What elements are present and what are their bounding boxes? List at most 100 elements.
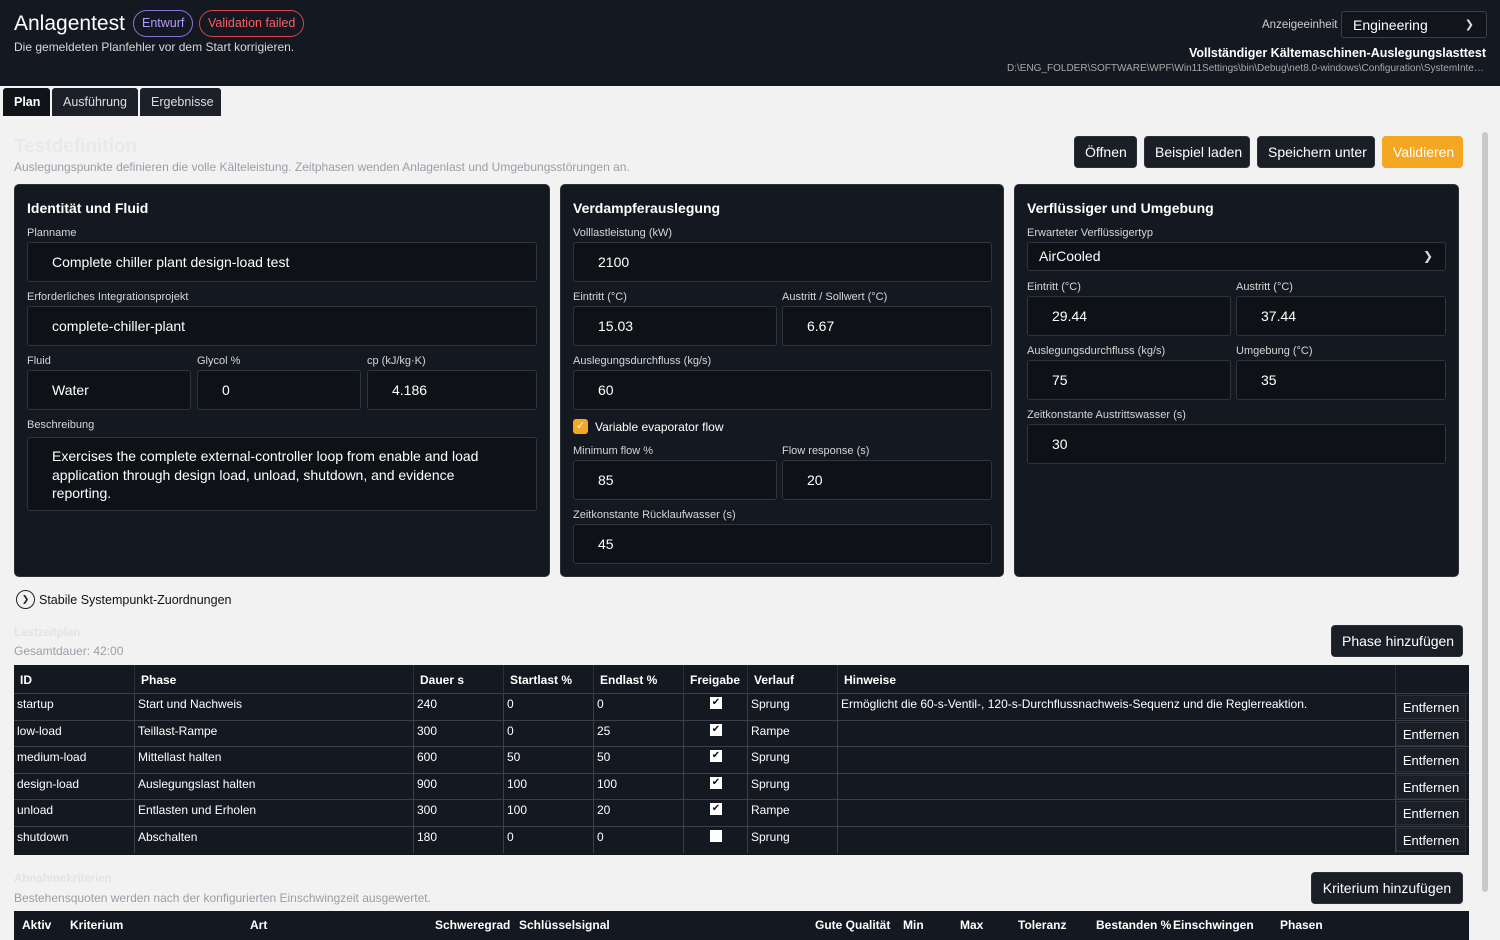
description-input[interactable]: Exercises the complete external-controll… xyxy=(27,437,537,511)
cell-phase[interactable]: Start und Nachweis xyxy=(135,694,414,720)
cell-start-load[interactable]: 100 xyxy=(504,800,594,827)
ambient-input[interactable]: 35 xyxy=(1236,360,1446,400)
validate-button[interactable]: Validieren xyxy=(1382,136,1463,168)
cell-profile[interactable]: Sprung xyxy=(748,694,838,720)
open-button[interactable]: Öffnen xyxy=(1074,136,1137,168)
evap-outlet-input[interactable]: 6.67 xyxy=(782,306,992,346)
cell-id[interactable]: low-load xyxy=(14,720,135,747)
cell-id[interactable]: startup xyxy=(14,694,135,720)
add-criterion-button[interactable]: Kriterium hinzufügen xyxy=(1311,872,1463,904)
remove-phase-button[interactable]: Entfernen xyxy=(1396,748,1466,773)
unit-select[interactable]: Engineering ❯ xyxy=(1341,11,1487,38)
cell-duration[interactable]: 300 xyxy=(414,720,504,747)
cell-notes[interactable] xyxy=(838,747,1396,774)
table-row[interactable]: unload Entlasten und Erholen 300 100 20 ✔ Ramp… xyxy=(14,799,1469,827)
cell-notes[interactable]: Ermöglicht die 60-s-Ventil-, 120-s-Durch… xyxy=(838,694,1396,720)
plan-name-input[interactable]: Complete chiller plant design-load test xyxy=(27,242,537,282)
cell-profile[interactable]: Sprung xyxy=(748,827,838,853)
enable-checkbox[interactable]: ✔ xyxy=(710,803,722,816)
condenser-type-select[interactable]: AirCooled ❯ xyxy=(1027,242,1446,271)
cell-end-load[interactable]: 25 xyxy=(594,720,684,747)
save-as-button[interactable]: Speichern unter xyxy=(1257,136,1375,168)
cell-id[interactable]: medium-load xyxy=(14,747,135,774)
cell-id[interactable]: shutdown xyxy=(14,827,135,853)
tab-ergebnisse[interactable]: Ergebnisse xyxy=(140,88,221,116)
cell-notes[interactable] xyxy=(838,773,1396,800)
cell-notes[interactable] xyxy=(838,720,1396,747)
cell-duration[interactable]: 240 xyxy=(414,694,504,720)
cell-start-load[interactable]: 0 xyxy=(504,720,594,747)
remove-phase-button[interactable]: Entfernen xyxy=(1396,721,1466,746)
cell-start-load[interactable]: 50 xyxy=(504,747,594,774)
cell-id[interactable]: design-load xyxy=(14,773,135,800)
cell-end-load[interactable]: 0 xyxy=(594,694,684,720)
chevron-down-icon: ❯ xyxy=(1464,19,1474,31)
cell-duration[interactable]: 180 xyxy=(414,827,504,853)
evap-flow-input[interactable]: 60 xyxy=(573,370,992,410)
cell-notes[interactable] xyxy=(838,800,1396,827)
table-row[interactable]: low-load Teillast-Rampe 300 0 25 ✔ Rampe Entfer… xyxy=(14,719,1469,747)
cell-end-load[interactable]: 100 xyxy=(594,773,684,800)
table-row[interactable]: startup Start und Nachweis 240 0 0 ✔ Sprung Erm… xyxy=(14,693,1469,720)
table-row[interactable]: design-load Auslegungslast halten 900 100 10… xyxy=(14,772,1469,800)
cell-duration[interactable]: 300 xyxy=(414,800,504,827)
cell-start-load[interactable]: 100 xyxy=(504,773,594,800)
add-phase-button[interactable]: Phase hinzufügen xyxy=(1331,625,1463,657)
remove-phase-button[interactable]: Entfernen xyxy=(1396,774,1466,799)
identity-panel: Identität und Fluid Planname Complete ch… xyxy=(14,184,550,577)
cell-start-load[interactable]: 0 xyxy=(504,827,594,853)
fluid-input[interactable]: Water xyxy=(27,370,191,410)
load-example-button[interactable]: Beispiel laden xyxy=(1144,136,1250,168)
enable-checkbox[interactable]: ✔ xyxy=(710,776,722,789)
variable-flow-checkbox[interactable]: ✓ xyxy=(573,419,588,434)
cell-enable xyxy=(684,827,748,853)
flow-response-input[interactable]: 20 xyxy=(782,460,992,500)
tab-ausfuehrung[interactable]: Ausführung xyxy=(52,88,138,116)
enable-checkbox[interactable]: ✔ xyxy=(710,723,722,736)
cell-phase[interactable]: Auslegungslast halten xyxy=(135,773,414,800)
cell-phase[interactable]: Entlasten und Erholen xyxy=(135,800,414,827)
cond-inlet-input[interactable]: 29.44 xyxy=(1027,296,1231,336)
cell-end-load[interactable]: 20 xyxy=(594,800,684,827)
mappings-expander-label[interactable]: Stabile Systempunkt-Zuordnungen xyxy=(39,593,231,607)
cell-profile[interactable]: Rampe xyxy=(748,800,838,827)
min-flow-input[interactable]: 85 xyxy=(573,460,777,500)
cell-phase[interactable]: Mittellast halten xyxy=(135,747,414,774)
glycol-input[interactable]: 0 xyxy=(197,370,361,410)
cell-id[interactable]: unload xyxy=(14,800,135,827)
tab-plan[interactable]: Plan xyxy=(3,88,50,116)
cell-end-load[interactable]: 0 xyxy=(594,827,684,853)
capacity-input[interactable]: 2100 xyxy=(573,242,992,282)
table-row[interactable]: medium-load Mittellast halten 600 50 50 ✔ Spru… xyxy=(14,746,1469,774)
enable-checkbox[interactable] xyxy=(710,830,722,842)
cell-enable: ✔ xyxy=(684,800,748,827)
cell-duration[interactable]: 900 xyxy=(414,773,504,800)
cell-end-load[interactable]: 50 xyxy=(594,747,684,774)
cell-profile[interactable]: Sprung xyxy=(748,773,838,800)
cell-notes[interactable] xyxy=(838,827,1396,853)
identity-panel-title: Identität und Fluid xyxy=(27,200,149,216)
cell-duration[interactable]: 600 xyxy=(414,747,504,774)
enable-checkbox[interactable]: ✔ xyxy=(710,697,722,709)
cell-start-load[interactable]: 0 xyxy=(504,694,594,720)
leaving-tc-input[interactable]: 30 xyxy=(1027,424,1446,464)
enable-checkbox[interactable]: ✔ xyxy=(710,750,722,763)
cell-profile[interactable]: Rampe xyxy=(748,720,838,747)
return-tc-input[interactable]: 45 xyxy=(573,524,992,564)
evap-inlet-input[interactable]: 15.03 xyxy=(573,306,777,346)
project-input[interactable]: complete-chiller-plant xyxy=(27,306,537,346)
cell-phase[interactable]: Teillast-Rampe xyxy=(135,720,414,747)
cell-phase[interactable]: Abschalten xyxy=(135,827,414,853)
remove-phase-button[interactable]: Entfernen xyxy=(1396,801,1466,826)
remove-phase-button[interactable]: Entfernen xyxy=(1396,828,1466,852)
page-scrollbar[interactable] xyxy=(1482,132,1488,892)
cond-outlet-input[interactable]: 37.44 xyxy=(1236,296,1446,336)
cond-flow-input[interactable]: 75 xyxy=(1027,360,1231,400)
unit-select-value: Engineering xyxy=(1353,17,1428,33)
remove-phase-button[interactable]: Entfernen xyxy=(1396,695,1466,719)
table-row[interactable]: shutdown Abschalten 180 0 0 Sprung Entfernen xyxy=(14,826,1469,853)
expander-chevron-icon[interactable]: ❯ xyxy=(16,590,35,609)
cp-input[interactable]: 4.186 xyxy=(367,370,537,410)
cell-profile[interactable]: Sprung xyxy=(748,747,838,774)
criteria-col-severity: Schweregrad xyxy=(435,918,511,932)
